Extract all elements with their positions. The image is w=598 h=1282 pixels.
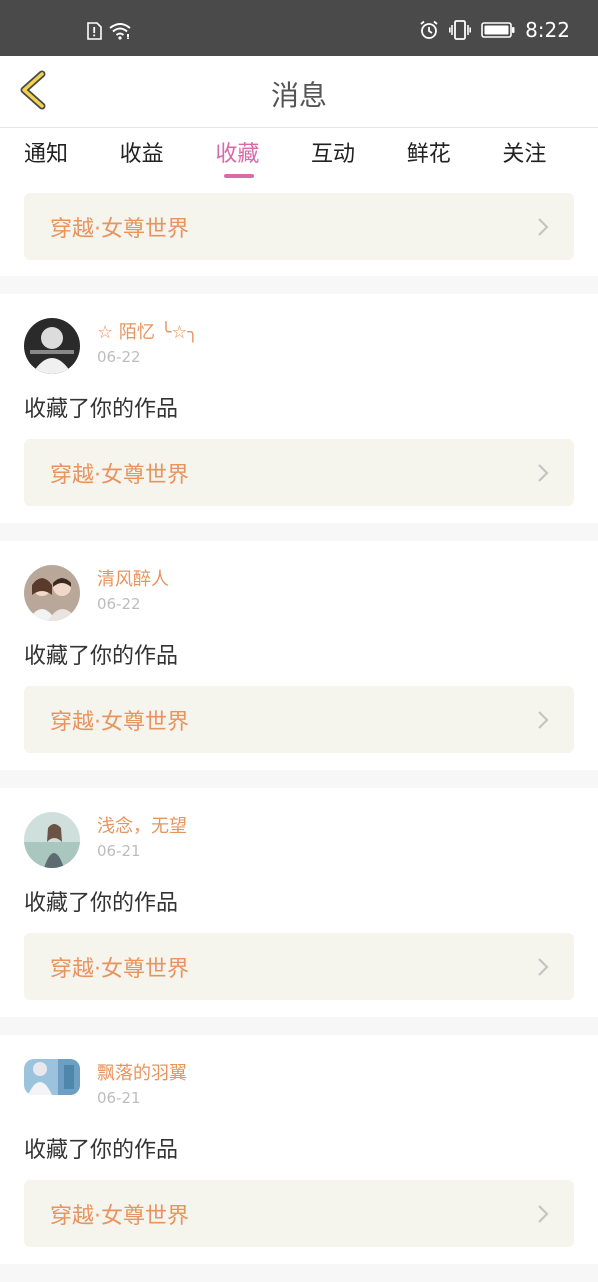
work-title: 穿越·女尊世界	[50, 956, 189, 982]
work-title: 穿越·女尊世界	[50, 1203, 189, 1229]
action-text: 收藏了你的作品	[24, 397, 179, 422]
chevron-right-icon	[536, 1203, 550, 1225]
tab-bar: 通知 收益 收藏 互动 鲜花 关注	[0, 128, 598, 182]
page-title: 消息	[270, 79, 327, 112]
message-date: 06-21	[97, 842, 141, 860]
message-date: 06-22	[97, 595, 141, 613]
tab-favorites[interactable]: 收藏	[215, 128, 311, 182]
list-item: 浅念，无望 06-21 收藏了你的作品 穿越·女尊世界	[0, 788, 598, 1017]
list-item: 清风醉人 06-22 收藏了你的作品 穿越·女尊世界	[0, 541, 598, 770]
wifi-icon	[108, 22, 132, 40]
chevron-right-icon	[536, 216, 550, 238]
user-row: ☆ 陌忆 ╰☆╮ 06-22	[24, 318, 198, 374]
username[interactable]: 清风醉人	[97, 569, 169, 591]
work-link[interactable]: 穿越·女尊世界	[24, 686, 574, 753]
user-meta: 清风醉人 06-22	[97, 565, 169, 613]
work-link[interactable]: 穿越·女尊世界	[24, 439, 574, 506]
user-meta: 浅念，无望 06-21	[97, 812, 187, 860]
action-text: 收藏了你的作品	[24, 1138, 179, 1163]
work-link[interactable]: 穿越·女尊世界	[24, 1180, 574, 1247]
username[interactable]: ☆ 陌忆 ╰☆╮	[97, 322, 198, 344]
message-date: 06-22	[97, 348, 141, 366]
avatar[interactable]	[24, 318, 80, 374]
tab-flowers[interactable]: 鲜花	[407, 128, 503, 182]
avatar[interactable]	[24, 1059, 80, 1095]
vibrate-icon	[449, 20, 472, 40]
chevron-right-icon	[536, 462, 550, 484]
list-item: 穿越·女尊世界	[0, 182, 598, 276]
chevron-right-icon	[536, 956, 550, 978]
status-bar: 8:22	[0, 0, 598, 56]
user-meta: ☆ 陌忆 ╰☆╮ 06-22	[97, 318, 198, 366]
work-title: 穿越·女尊世界	[50, 709, 189, 735]
tab-earnings[interactable]: 收益	[120, 128, 216, 182]
username[interactable]: 浅念，无望	[97, 816, 187, 838]
user-row: 清风醉人 06-22	[24, 565, 169, 621]
work-link[interactable]: 穿越·女尊世界	[24, 933, 574, 1000]
work-title: 穿越·女尊世界	[50, 216, 189, 242]
message-list: 穿越·女尊世界 ☆ 陌忆 ╰☆╮ 06-22 收藏了你的作品 穿越·女尊世界 清…	[0, 182, 598, 1282]
chevron-right-icon	[536, 709, 550, 731]
username[interactable]: 飘落的羽翼	[97, 1063, 187, 1085]
sim-alert-icon	[86, 22, 102, 40]
avatar[interactable]	[24, 565, 80, 621]
message-date: 06-21	[97, 1089, 141, 1107]
list-item: 飘落的羽翼 06-21 收藏了你的作品 穿越·女尊世界	[0, 1035, 598, 1264]
status-left-icons	[86, 22, 132, 40]
status-right-icons: 8:22	[419, 18, 570, 42]
action-text: 收藏了你的作品	[24, 644, 179, 669]
battery-icon	[481, 21, 515, 39]
user-meta: 飘落的羽翼 06-21	[97, 1059, 187, 1107]
work-title: 穿越·女尊世界	[50, 462, 189, 488]
action-text: 收藏了你的作品	[24, 891, 179, 916]
tab-interactions[interactable]: 互动	[311, 128, 407, 182]
avatar[interactable]	[24, 812, 80, 868]
status-time: 8:22	[525, 18, 570, 42]
tab-notifications[interactable]: 通知	[24, 128, 120, 182]
list-item: ☆ 陌忆 ╰☆╮ 06-22 收藏了你的作品 穿越·女尊世界	[0, 294, 598, 523]
work-link[interactable]: 穿越·女尊世界	[24, 193, 574, 260]
header-bar: 消息	[0, 56, 598, 128]
user-row: 浅念，无望 06-21	[24, 812, 187, 868]
tab-follow[interactable]: 关注	[502, 128, 598, 182]
user-row: 飘落的羽翼 06-21	[24, 1059, 187, 1107]
alarm-icon	[419, 20, 439, 40]
